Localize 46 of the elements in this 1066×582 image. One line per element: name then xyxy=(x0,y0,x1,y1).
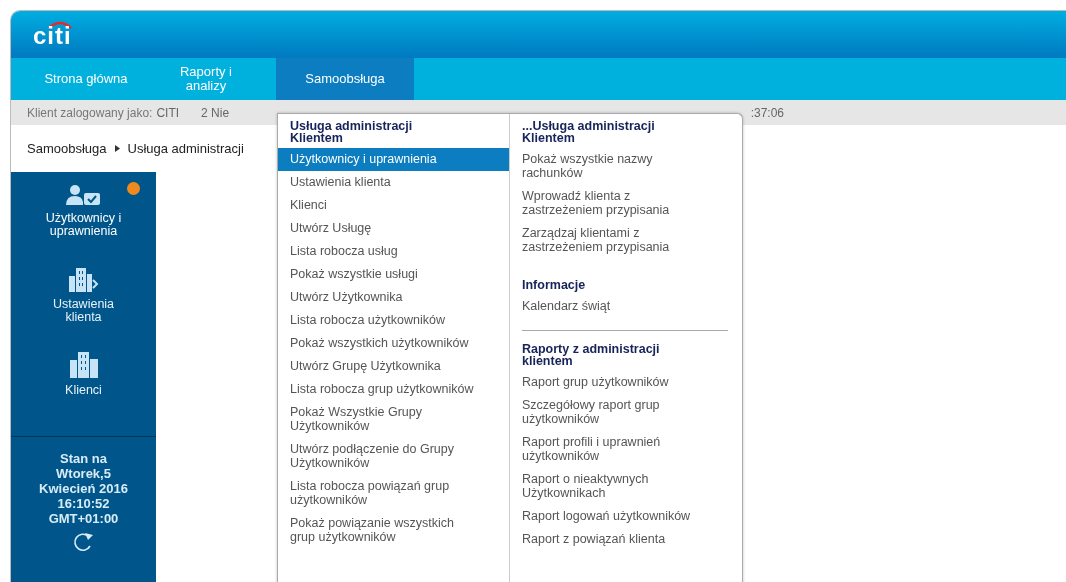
status-timestamp: Stan na Wtorek,5 Kwiecień 2016 16:10:52 GMT+01:00 xyxy=(39,451,128,526)
menu-heading: Informacje xyxy=(522,279,587,294)
menu-item[interactable]: Utwórz Usługę xyxy=(278,217,509,240)
menu-heading: Raporty z administracji klientem xyxy=(522,343,661,370)
sidebar-item[interactable]: Użytkownicy i uprawnienia xyxy=(11,172,156,256)
menu-item[interactable]: Lista robocza usług xyxy=(278,240,509,263)
menu-item[interactable]: Lista robocza użytkowników xyxy=(278,309,509,332)
menu-item[interactable]: Raport grup użytkowników xyxy=(522,371,728,394)
menu-item[interactable]: Pokaż powiązanie wszystkich grup użytkowników xyxy=(278,512,509,549)
menu-heading: ...Usługa administracji Klientem xyxy=(522,120,656,147)
menu-item[interactable]: Raport logowań użytkowników xyxy=(522,505,728,528)
breadcrumb-item[interactable]: Samoobsługa xyxy=(27,140,107,156)
citi-logo: citi xyxy=(33,21,73,47)
menu-item[interactable]: Ustawienia klienta xyxy=(278,171,509,194)
chevron-icon xyxy=(114,144,120,152)
menu-item[interactable]: Pokaż Wszystkie Grupy Użytkowników xyxy=(278,401,509,438)
refresh-icon[interactable] xyxy=(72,532,95,552)
menu-item[interactable]: Lista robocza powiązań grup użytkowników xyxy=(278,475,509,512)
menu-item[interactable]: Pokaż wszystkie nazwy rachunków xyxy=(522,148,728,185)
menu-item[interactable]: Utwórz podłączenie do Grupy Użytkowników xyxy=(278,438,509,475)
menu-item[interactable]: Klienci xyxy=(278,194,509,217)
menu-item[interactable]: Kalendarz świąt xyxy=(522,295,728,318)
buildings-arrow-icon xyxy=(68,268,99,292)
menu-item[interactable]: Pokaż wszystkich użytkowników xyxy=(278,332,509,355)
user-check-icon xyxy=(65,184,102,206)
menu-item[interactable]: Utwórz Użytkownika xyxy=(278,286,509,309)
login-label: Klient zalogowany jako: xyxy=(27,105,153,120)
date-text: 2 Nie xyxy=(201,105,230,120)
client-name: CITI xyxy=(156,105,180,120)
menu-item[interactable]: Utwórz Grupę Użytkownika xyxy=(278,355,509,378)
nav-tab[interactable]: Samoobsługa xyxy=(276,58,414,100)
sidebar-item[interactable]: Klienci xyxy=(11,340,156,424)
menu-item[interactable]: Pokaż wszystkie usługi xyxy=(278,263,509,286)
menu-item[interactable]: Raport z powiązań klienta xyxy=(522,528,728,551)
sidebar-item[interactable]: Ustawienia klienta xyxy=(11,256,156,340)
menu-item[interactable]: Zarządzaj klientami z zastrzeżeniem przypisania xyxy=(522,222,728,259)
time-text: :37:06 xyxy=(750,105,784,120)
menu-item[interactable]: Lista robocza grup użytkowników xyxy=(278,378,509,401)
breadcrumb-item[interactable]: Usługa administracji xyxy=(127,140,244,156)
menu-heading: Usługa administracji Klientem xyxy=(289,120,414,147)
menu-item[interactable]: Szczegółowy raport grup użytkowników xyxy=(522,394,728,431)
menu-item[interactable]: Użytkownicy i uprawnienia xyxy=(278,148,509,171)
buildings-icon xyxy=(69,352,98,378)
menu-item[interactable]: Raport profili i uprawnień użytkowników xyxy=(522,431,728,468)
menu-item[interactable]: Raport o nieaktywnych Użytkownikach xyxy=(522,468,728,505)
menu-item[interactable]: Wprowadź klienta z zastrzeżeniem przypisania xyxy=(522,185,728,222)
